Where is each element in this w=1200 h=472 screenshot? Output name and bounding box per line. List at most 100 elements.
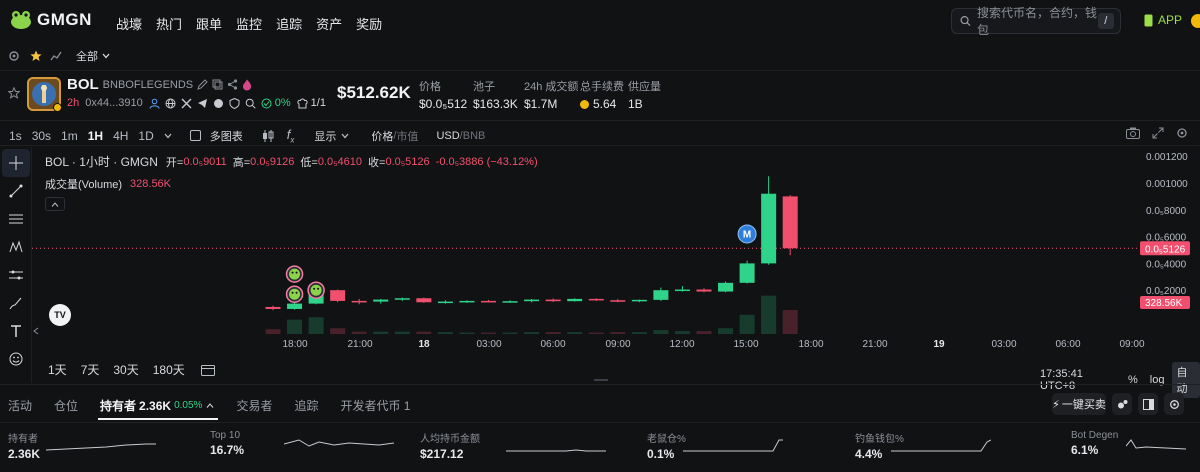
candle-body[interactable]	[502, 301, 518, 303]
range-180d[interactable]: 180天	[153, 361, 185, 378]
chevron-left-icon[interactable]	[33, 327, 39, 335]
measure-tool-icon[interactable]	[0, 261, 32, 289]
candle-body[interactable]	[653, 290, 669, 300]
candle-body[interactable]	[265, 306, 281, 309]
candle-body[interactable]	[739, 263, 755, 283]
nav-item-track[interactable]: 追踪	[276, 14, 302, 33]
edit-icon[interactable]	[197, 79, 208, 90]
nav-item-trending[interactable]: 热门	[156, 14, 182, 33]
bubble-map-button[interactable]	[1112, 393, 1132, 415]
timeframe-30s[interactable]: 30s	[32, 129, 51, 143]
candle-body[interactable]	[416, 298, 432, 303]
nav-item-monitor[interactable]: 监控	[236, 14, 262, 33]
chart-settings-icon[interactable]	[1176, 127, 1188, 139]
nav-item-copytrade[interactable]: 跟单	[196, 14, 222, 33]
camera-icon[interactable]	[1126, 127, 1140, 139]
candle-body[interactable]	[287, 303, 303, 309]
dev-icon[interactable]	[149, 98, 160, 109]
candle-body[interactable]	[524, 299, 540, 302]
price-toggle[interactable]: 价格	[371, 128, 393, 144]
emoji-tool-icon[interactable]	[0, 345, 32, 373]
range-30d[interactable]: 30天	[113, 361, 138, 378]
range-1d[interactable]: 1天	[48, 361, 67, 378]
chart-area[interactable]: BOL · 1小时 · GMGN 开= 0.0₅9011 高= 0.0₅9126 低…	[0, 147, 1200, 398]
buy-marker[interactable]	[307, 281, 325, 299]
candle-body[interactable]	[373, 299, 389, 302]
table-settings-button[interactable]	[1164, 393, 1184, 415]
candle-body[interactable]	[481, 300, 496, 303]
filter-all[interactable]: 全部	[76, 48, 98, 64]
website-icon[interactable]	[165, 98, 176, 109]
nav-item-assets[interactable]: 资产	[316, 14, 342, 33]
candle-body[interactable]	[459, 300, 475, 303]
favorite-star-icon[interactable]	[8, 87, 20, 99]
range-7d[interactable]: 7天	[81, 361, 100, 378]
copy-icon[interactable]	[212, 79, 223, 90]
buy-marker[interactable]	[285, 285, 304, 303]
buy-marker[interactable]	[285, 265, 304, 283]
timeframe-1h[interactable]: 1H	[88, 129, 103, 143]
tradingview-logo-icon[interactable]: TV	[49, 304, 71, 326]
shield-icon[interactable]	[229, 97, 240, 109]
candle-body[interactable]	[351, 300, 367, 303]
indicators-icon[interactable]: fx	[287, 127, 295, 145]
candle-body[interactable]	[588, 298, 604, 301]
candlestick-chart[interactable]: 0.0012000.0010000.0₅80000.0₅60000.0₅4000…	[32, 147, 1200, 383]
candle-body[interactable]	[631, 299, 647, 302]
candle-body[interactable]	[718, 282, 734, 292]
search-box[interactable]: 搜索代币名，合约，钱包 /	[951, 6, 1121, 37]
fullscreen-icon[interactable]	[1152, 127, 1164, 139]
bnb-toggle[interactable]: BNB	[463, 130, 486, 142]
timeframe-1s[interactable]: 1s	[9, 129, 22, 143]
metric-top10[interactable]: Top 10 16.7%	[210, 430, 244, 457]
metric-rat-trader[interactable]: 老鼠仓% 0.1%	[647, 430, 686, 461]
goto-date-icon[interactable]	[200, 364, 215, 376]
candle-type-icon[interactable]	[261, 129, 275, 142]
layout-button[interactable]	[1138, 393, 1158, 415]
twitter-icon[interactable]	[181, 98, 192, 109]
candle-body[interactable]	[437, 301, 453, 304]
text-tool-icon[interactable]	[0, 317, 32, 345]
app-link[interactable]: APP	[1144, 13, 1182, 27]
settings-icon[interactable]	[8, 50, 20, 62]
logo[interactable]: GMGN	[10, 10, 92, 30]
multi-chart-toggle[interactable]: 多图表	[210, 128, 243, 144]
metric-avg-holding[interactable]: 人均持币金额 $217.12	[420, 430, 480, 461]
candle-body[interactable]	[567, 298, 583, 302]
share-icon[interactable]	[227, 79, 238, 90]
candle-body[interactable]	[545, 299, 561, 302]
star-icon[interactable]	[30, 50, 42, 62]
metric-bot-degen[interactable]: Bot Degen 6.1%	[1071, 430, 1118, 457]
migration-marker[interactable]: M	[737, 224, 757, 244]
display-menu[interactable]: 显示	[314, 128, 336, 144]
candle-body[interactable]	[696, 289, 712, 292]
timeframe-4h[interactable]: 4H	[113, 129, 128, 143]
nav-item-trenches[interactable]: 战壕	[116, 14, 142, 33]
metric-holders[interactable]: 持有者 2.36K	[8, 430, 40, 461]
nav-item-rewards[interactable]: 奖励	[356, 14, 382, 33]
search-input[interactable]: 搜索代币名，合约，钱包	[977, 4, 1098, 38]
tab-traders[interactable]: 交易者	[236, 397, 272, 414]
brush-tool-icon[interactable]	[0, 289, 32, 317]
tab-positions[interactable]: 仓位	[54, 397, 78, 414]
mcap-toggle[interactable]: 市值	[396, 128, 418, 144]
resize-handle[interactable]	[594, 379, 608, 381]
checkbox-icon[interactable]	[189, 130, 201, 142]
fib-tool-icon[interactable]	[0, 205, 32, 233]
tab-tracking[interactable]: 追踪	[294, 397, 318, 414]
pattern-tool-icon[interactable]	[0, 233, 32, 261]
candle-body[interactable]	[330, 290, 346, 301]
trend-icon[interactable]	[50, 50, 62, 62]
quick-buy-button[interactable]: ⚡ 一键买卖	[1052, 393, 1106, 415]
candle-body[interactable]	[782, 196, 798, 249]
trendline-tool-icon[interactable]	[0, 177, 32, 205]
tab-activity[interactable]: 活动	[8, 397, 32, 414]
candle-body[interactable]	[761, 193, 777, 264]
candle-body[interactable]	[674, 289, 690, 292]
crosshair-tool-icon[interactable]	[2, 149, 30, 177]
usd-toggle[interactable]: USD	[436, 130, 459, 142]
tab-dev-tokens[interactable]: 开发者代币 1	[340, 397, 410, 414]
token-address[interactable]: 0x44...3910	[85, 97, 143, 109]
telegram-icon[interactable]	[197, 98, 208, 109]
search-token-icon[interactable]	[245, 98, 256, 109]
